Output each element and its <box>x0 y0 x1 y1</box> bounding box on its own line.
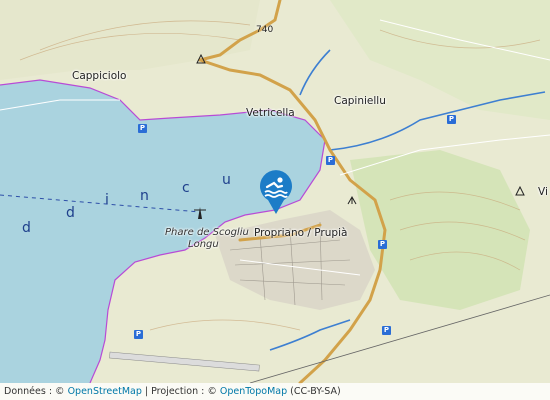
road-number-label: 740 <box>256 25 274 35</box>
swimmer-marker-icon[interactable] <box>254 170 298 214</box>
water-letter: n <box>140 188 150 204</box>
viewpoint-icon <box>196 54 206 64</box>
water-letter: i <box>105 192 110 208</box>
lighthouse-icon <box>194 207 206 219</box>
attribution-mid: | Projection : © <box>141 386 220 397</box>
parking-icon: P <box>326 156 335 165</box>
opentopomap-link[interactable]: OpenTopoMap <box>220 386 287 397</box>
place-label-cappiciolo: Cappiciolo <box>72 70 127 82</box>
viewpoint-icon <box>515 186 525 196</box>
water-letter: u <box>222 172 232 188</box>
parking-icon: P <box>138 124 147 133</box>
campsite-icon <box>347 195 357 205</box>
attribution-license: (CC-BY-SA) <box>287 386 341 397</box>
place-label-vetricella: Vetricella <box>246 107 295 119</box>
map-attribution: Données : © OpenStreetMap | Projection :… <box>0 383 550 400</box>
water-letter: d <box>22 220 32 236</box>
parking-icon: P <box>447 115 456 124</box>
place-label-phare-line2: Longu <box>188 239 219 250</box>
water-letter: c <box>182 180 191 196</box>
parking-icon: P <box>382 326 391 335</box>
place-label-propriano: Propriano / Prupià <box>254 227 348 239</box>
parking-icon: P <box>378 240 387 249</box>
map-viewport[interactable]: Cappiciolo Vetricella Capiniellu Propria… <box>0 0 550 400</box>
parking-icon: P <box>134 330 143 339</box>
water-letter: d <box>66 205 76 221</box>
openstreetmap-link[interactable]: OpenStreetMap <box>68 386 142 397</box>
place-label-partial: Vi <box>538 186 548 198</box>
place-label-phare-line1: Phare de Scogliu <box>165 227 249 238</box>
attribution-prefix: Données : © <box>4 386 68 397</box>
place-label-capiniellu: Capiniellu <box>334 95 386 107</box>
